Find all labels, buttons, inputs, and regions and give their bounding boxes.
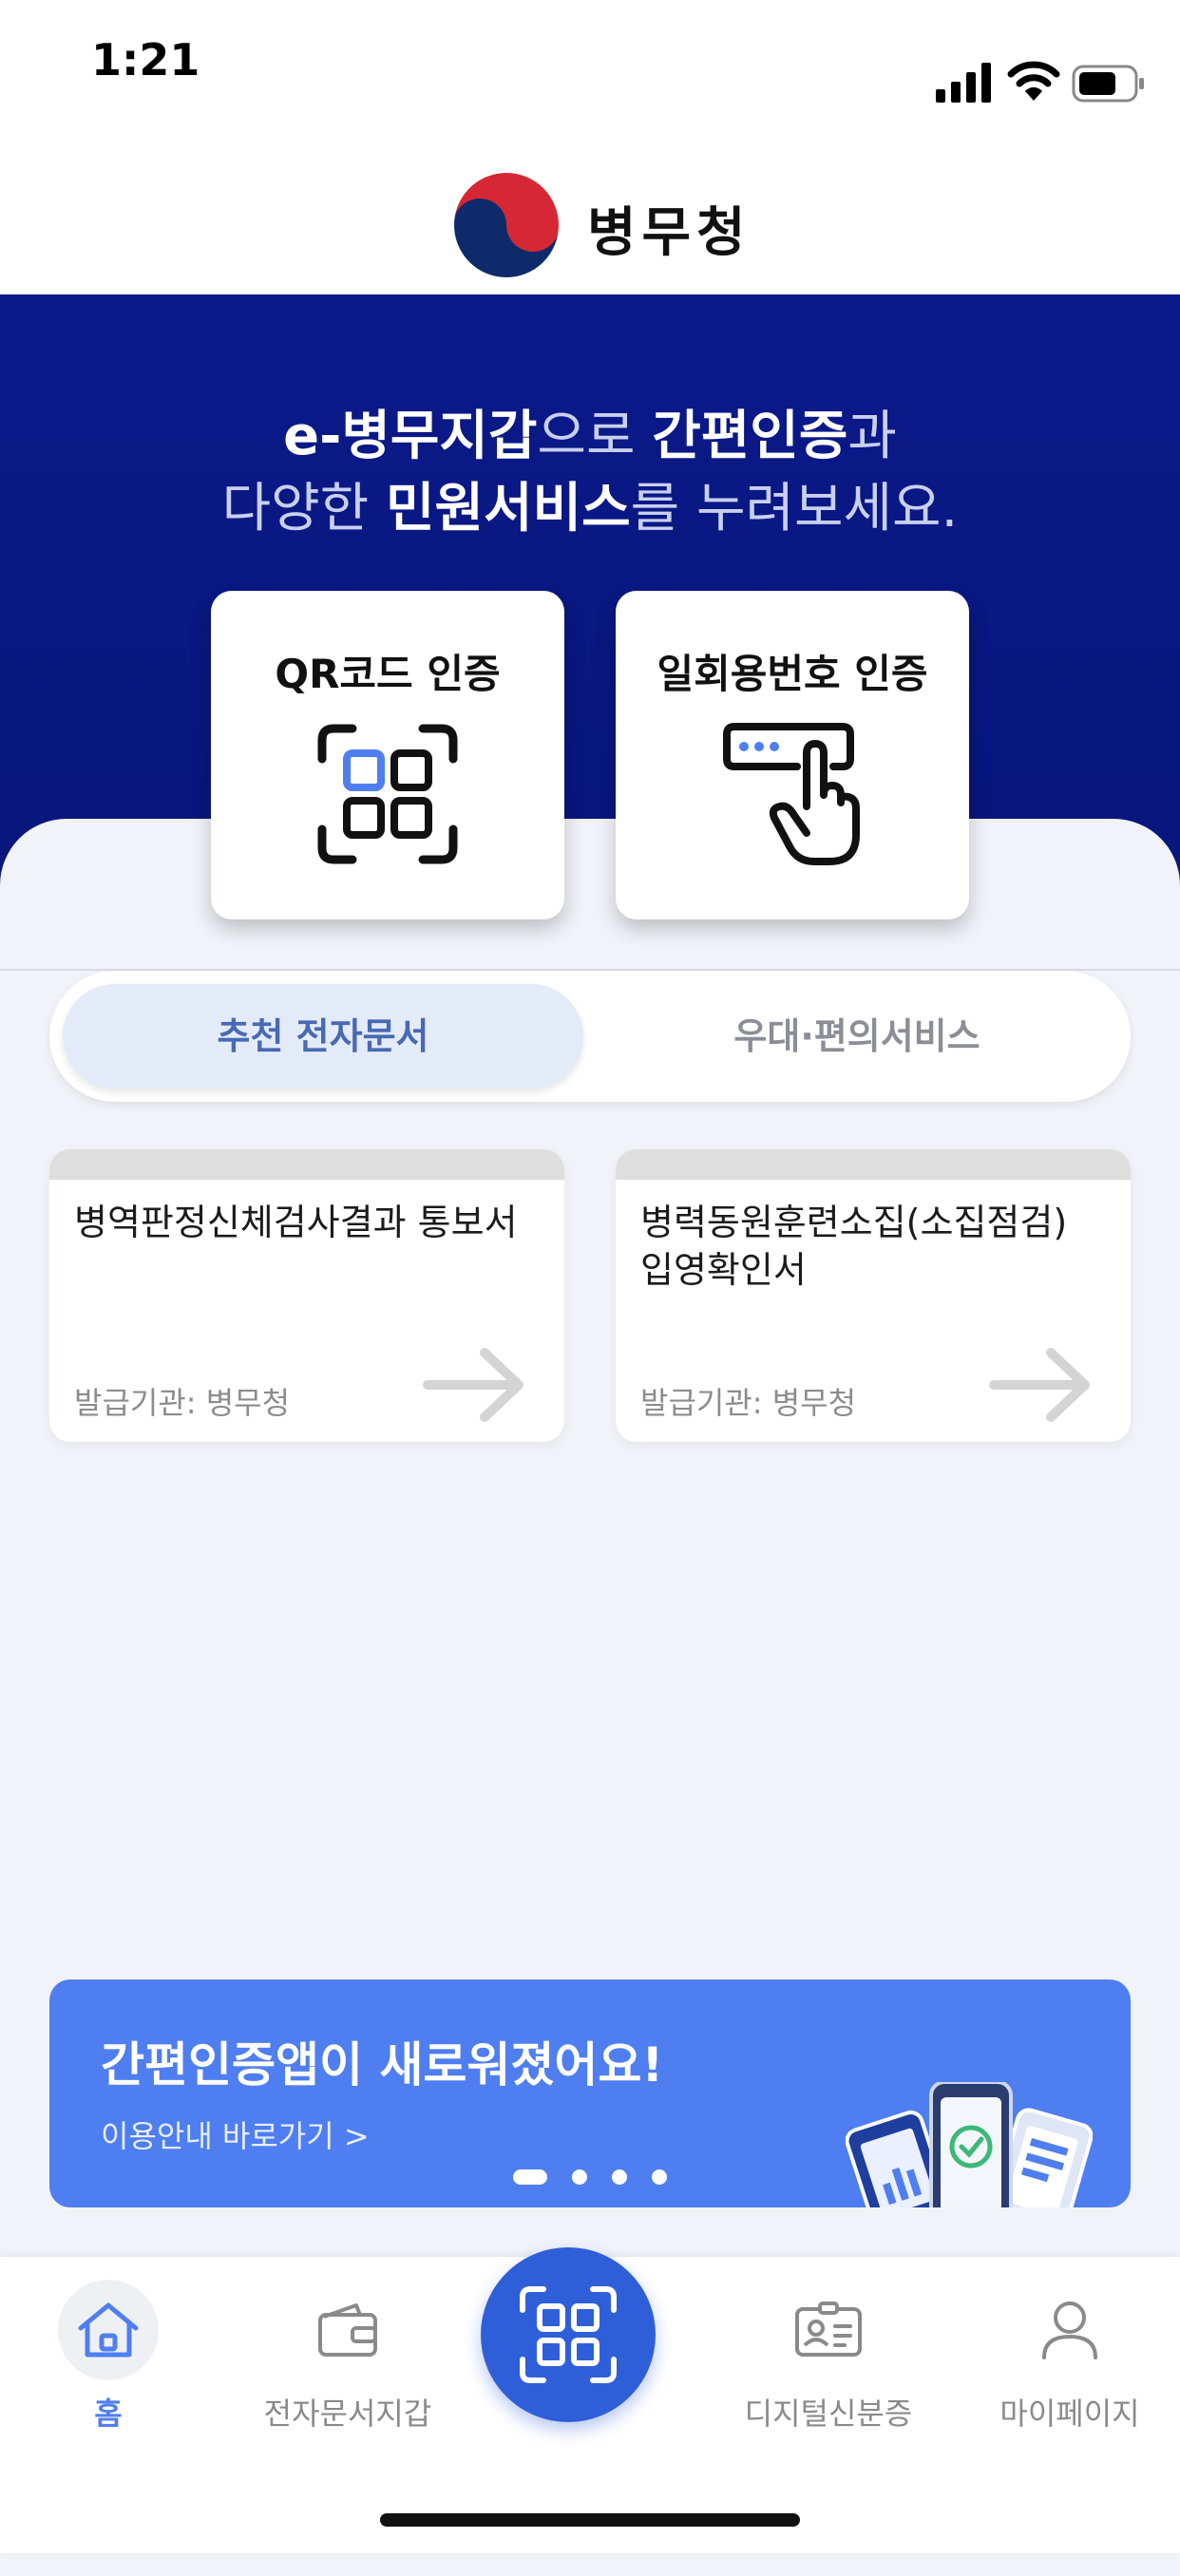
document-card[interactable]: 병역판정신체검사결과 통보서 발급기관: 병무청	[49, 1149, 564, 1442]
nav-wallet-label: 전자문서지갑	[263, 2396, 432, 2432]
banner-guide-link[interactable]: 이용안내 바로가기 >	[101, 2112, 370, 2156]
nav-home[interactable]: 홈	[4, 2280, 213, 2434]
tab-benefit-services[interactable]: 우대·편의서비스	[597, 984, 1117, 1089]
page-dot[interactable]	[612, 2169, 627, 2185]
wallet-icon	[318, 2303, 377, 2357]
nav-wallet[interactable]: 전자문서지갑	[243, 2280, 452, 2434]
hero-headline-line2: 다양한 민원서비스를 누려보세요.	[0, 465, 1180, 542]
cellular-signal-icon	[936, 63, 991, 103]
hero-text-segment: 를 누려보세요.	[630, 478, 959, 540]
qr-scan-icon	[317, 724, 458, 864]
page-dot[interactable]	[652, 2169, 667, 2185]
wifi-icon	[1007, 61, 1060, 101]
hero-text-segment: 민원서비스	[386, 478, 631, 540]
arrow-right-icon	[989, 1348, 1090, 1422]
document-card-header	[616, 1149, 1131, 1180]
touch-keypad-icon	[723, 723, 860, 865]
otp-auth-button[interactable]: 일회용번호 인증	[616, 591, 969, 919]
logo-text: 병무청	[587, 202, 752, 264]
tab-recommended-documents[interactable]: 추천 전자문서	[63, 984, 583, 1089]
hero-text-segment: 으로	[537, 406, 653, 467]
document-card-header	[49, 1149, 564, 1180]
nav-home-label: 홈	[94, 2396, 123, 2432]
otp-auth-label: 일회용번호 인증	[657, 651, 928, 697]
battery-icon	[1072, 65, 1144, 103]
qr-scan-fab[interactable]	[481, 2247, 656, 2422]
qr-auth-label: QR코드 인증	[275, 651, 501, 697]
nav-digital-id[interactable]: 디지털신분증	[724, 2280, 933, 2434]
home-icon-wrap	[58, 2280, 159, 2380]
page-dot-active[interactable]	[513, 2169, 547, 2185]
qr-code-icon	[520, 2286, 617, 2383]
wallet-icon-wrap	[297, 2280, 398, 2380]
hero-text-segment: e-병무지갑	[283, 406, 538, 467]
document-issuer: 발급기관: 병무청	[640, 1385, 857, 1421]
hero-headline-line1: e-병무지갑으로 간편인증과	[0, 393, 1180, 470]
hero-text-segment: 간편인증	[652, 406, 848, 467]
document-name: 병력동원훈련소집(소집점검) 입영확인서	[640, 1202, 1068, 1291]
document-name: 병역판정신체검사결과 통보서	[74, 1202, 518, 1243]
document-card[interactable]: 병력동원훈련소집(소집점검) 입영확인서 발급기관: 병무청	[616, 1149, 1131, 1442]
user-icon	[1042, 2301, 1097, 2359]
user-icon-wrap	[1019, 2280, 1120, 2380]
hero-text-segment: 과	[847, 406, 897, 467]
qr-auth-button[interactable]: QR코드 인증	[211, 591, 564, 919]
status-time: 1:21	[91, 34, 200, 85]
nav-mypage-label: 마이페이지	[999, 2396, 1140, 2432]
document-issuer: 발급기관: 병무청	[74, 1385, 291, 1421]
phones-illustration-icon	[846, 2082, 1093, 2207]
taegeuk-emblem-icon	[452, 171, 561, 279]
nav-mypage[interactable]: 마이페이지	[965, 2280, 1174, 2434]
document-tabs: 추천 전자문서 우대·편의서비스	[49, 971, 1131, 1102]
promo-banner[interactable]: 간편인증앱이 새로워졌어요! 이용안내 바로가기 >	[49, 1979, 1131, 2207]
banner-title: 간편인증앱이 새로워졌어요!	[101, 2037, 664, 2093]
home-icon	[78, 2302, 139, 2358]
home-indicator	[380, 2513, 800, 2527]
hero-text-segment: 다양한	[221, 478, 387, 540]
arrow-right-icon	[423, 1348, 523, 1422]
id-card-icon	[795, 2301, 862, 2357]
id-card-icon-wrap	[778, 2280, 879, 2380]
nav-digital-id-label: 디지털신분증	[744, 2396, 913, 2432]
page-dot[interactable]	[572, 2169, 587, 2185]
banner-page-indicator	[513, 2169, 692, 2185]
